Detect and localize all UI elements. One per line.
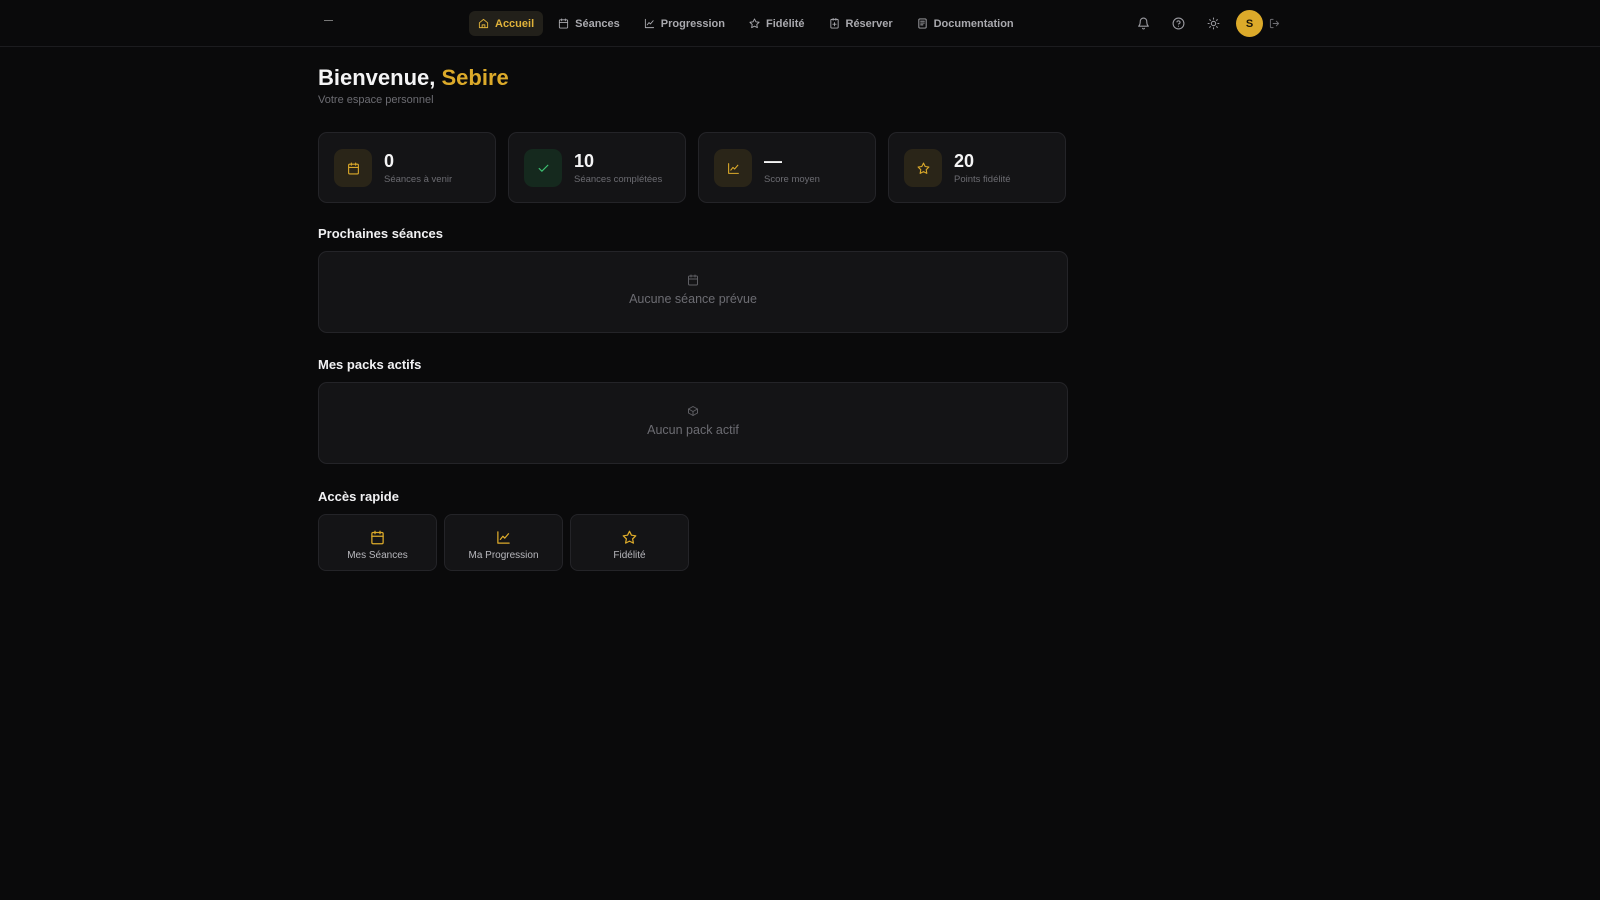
stat-card-completed: 10 Séances complétées bbox=[508, 132, 686, 203]
user-name: Sebire bbox=[441, 65, 509, 90]
nav-item-progression[interactable]: Progression bbox=[635, 11, 734, 36]
nav-item-label: Progression bbox=[660, 17, 725, 30]
page-title: Bienvenue, Sebire bbox=[318, 62, 1068, 94]
top-navigation-bar: Accueil Séances Progression Fidélité Rés… bbox=[0, 0, 1600, 47]
calendar-icon bbox=[687, 274, 699, 286]
stat-value: 20 bbox=[954, 151, 975, 171]
stat-value: 10 bbox=[574, 151, 595, 171]
bell-icon bbox=[1137, 17, 1150, 30]
stats-row: 0 Séances à venir 10 Séances complétées … bbox=[318, 132, 1066, 203]
chart-line-icon bbox=[714, 149, 752, 187]
quick-my-progression-button[interactable]: Ma Progression bbox=[444, 514, 563, 571]
nav-item-label: Accueil bbox=[495, 17, 535, 30]
empty-state-text: Aucune séance prévue bbox=[629, 292, 757, 306]
logout-icon bbox=[1269, 18, 1280, 29]
chart-line-icon bbox=[496, 530, 511, 545]
dashboard-main: Bienvenue, Sebire Votre espace personnel… bbox=[318, 62, 1068, 571]
stat-card-points: 20 Points fidélité bbox=[888, 132, 1066, 203]
greeting-text: Bienvenue, bbox=[318, 65, 436, 90]
calendar-icon bbox=[334, 149, 372, 187]
stat-card-upcoming: 0 Séances à venir bbox=[318, 132, 496, 203]
help-circle-icon bbox=[1172, 17, 1185, 30]
nav-item-fidelite[interactable]: Fidélité bbox=[740, 11, 814, 36]
chart-line-icon bbox=[644, 18, 655, 29]
star-icon bbox=[622, 530, 637, 545]
quick-my-sessions-button[interactable]: Mes Séances bbox=[318, 514, 437, 571]
empty-state-text: Aucun pack actif bbox=[647, 423, 739, 437]
sun-icon bbox=[1207, 17, 1220, 30]
star-icon bbox=[749, 18, 760, 29]
upcoming-sessions-empty-card: Aucune séance prévue bbox=[318, 251, 1068, 333]
logo[interactable] bbox=[324, 20, 333, 21]
calendar-plus-icon bbox=[829, 18, 840, 29]
active-packs-heading: Mes packs actifs bbox=[318, 357, 422, 372]
document-icon bbox=[917, 18, 928, 29]
calendar-icon bbox=[558, 18, 569, 29]
quick-loyalty-button[interactable]: Fidélité bbox=[570, 514, 689, 571]
nav-item-label: Séances bbox=[575, 17, 620, 30]
nav-item-accueil[interactable]: Accueil bbox=[469, 11, 544, 36]
nav-item-label: Documentation bbox=[933, 17, 1014, 30]
nav-item-label: Fidélité bbox=[765, 17, 805, 30]
header-tools: S bbox=[1129, 10, 1284, 37]
logout-button[interactable] bbox=[1264, 11, 1284, 37]
main-nav: Accueil Séances Progression Fidélité Rés… bbox=[469, 11, 1023, 36]
quick-button-label: Ma Progression bbox=[468, 549, 539, 561]
stat-value: — bbox=[764, 151, 782, 171]
star-icon bbox=[904, 149, 942, 187]
upcoming-sessions-heading: Prochaines séances bbox=[318, 226, 444, 241]
active-packs-empty-card: Aucun pack actif bbox=[318, 382, 1068, 464]
theme-toggle-button[interactable] bbox=[1199, 11, 1227, 37]
notifications-button[interactable] bbox=[1129, 11, 1157, 37]
check-icon bbox=[524, 149, 562, 187]
package-icon bbox=[687, 405, 699, 417]
stat-label: Points fidélité bbox=[954, 174, 1011, 185]
quick-access-heading: Accès rapide bbox=[318, 489, 399, 504]
nav-item-seances[interactable]: Séances bbox=[549, 11, 629, 36]
avatar[interactable]: S bbox=[1236, 10, 1263, 37]
nav-item-label: Réserver bbox=[845, 17, 893, 30]
stat-label: Séances à venir bbox=[384, 174, 453, 185]
nav-item-reserver[interactable]: Réserver bbox=[820, 11, 902, 36]
nav-item-documentation[interactable]: Documentation bbox=[908, 11, 1023, 36]
stat-value: 0 bbox=[384, 151, 395, 171]
page-subtitle: Votre espace personnel bbox=[318, 94, 434, 106]
quick-button-label: Mes Séances bbox=[347, 549, 408, 561]
quick-button-label: Fidélité bbox=[613, 549, 646, 561]
calendar-icon bbox=[370, 530, 385, 545]
stat-label: Séances complétées bbox=[574, 174, 663, 185]
stat-card-score: — Score moyen bbox=[698, 132, 876, 203]
stat-label: Score moyen bbox=[764, 174, 820, 185]
home-icon bbox=[478, 18, 489, 29]
help-button[interactable] bbox=[1164, 11, 1192, 37]
quick-access-row: Mes Séances Ma Progression Fidélité bbox=[318, 514, 689, 571]
